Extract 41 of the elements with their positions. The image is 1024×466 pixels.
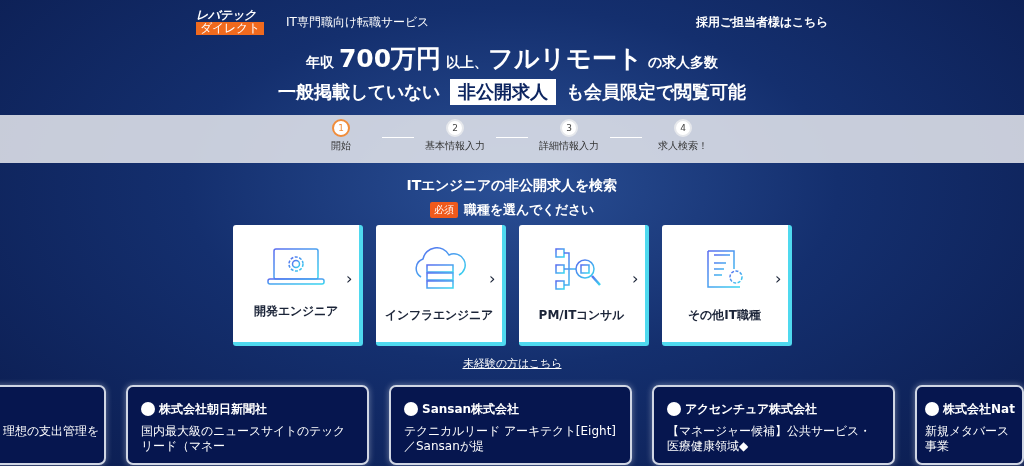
hero-text: 一般掲載していない [278,80,440,104]
company-logo [925,402,939,416]
company-name: 株式会社Nat [943,400,1015,418]
tagline: IT専門職向け転職サービス [286,13,429,31]
required-badge: 必須 [430,202,458,218]
job-description: テクニカルリード アーキテクト[Eight]／Sansanが提 [404,424,617,454]
company-logo [667,402,681,416]
highlight-label: 非公開求人 [450,79,556,105]
company-name: アクセンチュア株式会社 [685,400,817,418]
company-name: Sansan株式会社 [422,400,520,418]
company-logo [141,402,155,416]
step-circle: 2 [446,119,464,137]
hero-text: も会員限定で閲覧可能 [566,80,746,104]
company-card[interactable]: アクセンチュア株式会社 【マネージャー候補】公共サービス・医療健康領域◆ [652,385,895,465]
job-description: 【マネージャー候補】公共サービス・医療健康領域◆ [667,424,872,454]
job-description: 新規メタバース事業 [925,424,1010,454]
step-circle: 1 [332,119,350,137]
company-card[interactable]: Sansan株式会社 テクニカルリード アーキテクト[Eight]／Sansanが提 [389,385,632,465]
company-logo [404,402,418,416]
job-type-card[interactable]: PM/ITコンサル › [518,225,649,346]
step-circle: 3 [560,119,578,137]
step-label: 基本情報入力 [425,139,485,153]
prompt-text: 職種を選んでください [464,201,594,219]
job-type-card[interactable]: インフラエンジニア › [375,225,506,346]
job-description: 理想の支出管理を [3,424,99,439]
laptop-gear-icon [265,247,326,287]
step-label: 求人検索！ [658,139,708,153]
company-card[interactable]: 株式会社Nat 新規メタバース事業 [915,385,1024,465]
inexperienced-link[interactable]: 未経験の方はこちら [462,356,562,371]
job-type-card[interactable]: 開発エンジニア › [232,225,363,346]
job-type-card[interactable]: その他IT職種 › [661,225,792,346]
company-name: 株式会社朝日新聞社 [159,400,267,418]
company-card[interactable]: 株式会社朝日新聞社 国内最大級のニュースサイトのテックリード（マネー [126,385,369,465]
hero-headline: 年収 700万円 以上、フルリモート の求人多数 [305,43,719,75]
step-label: 詳細情報入力 [539,139,599,153]
step-circle: 4 [674,119,692,137]
company-card[interactable]: 理想の支出管理を [0,385,106,465]
job-description: 国内最大級のニュースサイトのテックリード（マネー [141,424,346,454]
step-label: 開始 [331,139,351,153]
recruiter-link[interactable]: 採用ご担当者様はこちら [696,13,828,31]
section-title: ITエンジニアの非公開求人を検索 [405,177,619,195]
